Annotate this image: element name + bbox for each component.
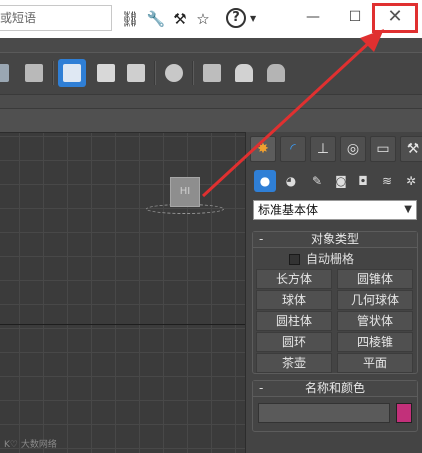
close-button[interactable]: ✕ [372, 3, 418, 33]
geometry-icon[interactable]: ● [254, 170, 276, 192]
toolbar-divider [154, 61, 156, 85]
title-bar: 或短语 ⛓ 🔧 ⚒ ☆ ? ▼ — ☐ ✕ [0, 0, 422, 38]
schematic-view-button[interactable] [122, 59, 150, 87]
chevron-down-icon: ▼ [404, 204, 412, 215]
motion-tab[interactable]: ◎ [340, 136, 366, 162]
curve-editor-button[interactable] [92, 59, 120, 87]
binoculars-icon[interactable]: ⛓ [120, 9, 140, 29]
star-icon[interactable]: ☆ [193, 9, 213, 29]
viewport[interactable]: HI K♡ 大数网络 [0, 132, 245, 453]
utilities-tab[interactable]: ⚒ [400, 136, 422, 162]
autogrid-label: 自动栅格 [306, 252, 355, 266]
autogrid-checkbox[interactable]: 自动栅格 [289, 251, 354, 267]
toolbar-spacer [0, 38, 422, 52]
cylinder-button[interactable]: 圆柱体 [256, 311, 332, 331]
watermark: K♡ 大数网络 [4, 440, 57, 450]
box-button[interactable]: 长方体 [256, 269, 332, 289]
cone-button[interactable]: 圆锥体 [337, 269, 413, 289]
material-editor-button[interactable] [160, 59, 188, 87]
help-icon: ? [226, 8, 246, 28]
layers-button[interactable] [20, 59, 48, 87]
torus-button[interactable]: 圆环 [256, 332, 332, 352]
toolbar-divider [52, 61, 54, 85]
plane-button[interactable]: 平面 [337, 353, 413, 373]
render-setup-button[interactable] [198, 59, 226, 87]
toolbar-divider [192, 61, 194, 85]
helpers-icon[interactable]: ◘ [352, 170, 374, 192]
chevron-down-icon: ▼ [250, 14, 257, 23]
cameras-icon[interactable]: ◙ [330, 170, 352, 192]
command-panel: ✸ ◜ ⊥ ◎ ▭ ⚒ ● ◕ ✎ ◙ ◘ ≋ ✲ 标准基本体 ▼ - 对象类型… [245, 132, 422, 453]
search-input[interactable]: 或短语 [0, 5, 112, 31]
minimize-button[interactable]: — [298, 6, 328, 30]
toolbar-ribbon [0, 94, 422, 108]
tube-button[interactable]: 管状体 [337, 311, 413, 331]
spacewarps-icon[interactable]: ≋ [376, 170, 398, 192]
teapot-button[interactable]: 茶壶 [256, 353, 332, 373]
grid-axis-line [0, 324, 245, 325]
wrench-icon[interactable]: 🔧 [146, 9, 166, 29]
object-color-swatch[interactable] [396, 403, 412, 423]
sphere-button[interactable]: 球体 [256, 290, 332, 310]
viewcube[interactable]: HI [170, 177, 200, 207]
geosphere-button[interactable]: 几何球体 [337, 290, 413, 310]
shapes-icon[interactable]: ◕ [280, 170, 302, 192]
maximize-button[interactable]: ☐ [340, 6, 370, 30]
systems-icon[interactable]: ✲ [400, 170, 422, 192]
rollout-header[interactable]: - 对象类型 [253, 232, 417, 248]
object-name-input[interactable] [258, 403, 390, 423]
rollout-header[interactable]: - 名称和颜色 [253, 381, 417, 397]
pyramid-button[interactable]: 四棱锥 [337, 332, 413, 352]
primitive-type-select[interactable]: 标准基本体 ▼ [253, 200, 417, 220]
lights-icon[interactable]: ✎ [306, 170, 328, 192]
hierarchy-tab[interactable]: ⊥ [310, 136, 336, 162]
render-button[interactable] [262, 59, 290, 87]
object-type-rollout: - 对象类型 自动栅格 长方体 圆锥体 球体 几何球体 圆柱体 管状体 圆环 四… [252, 231, 418, 374]
toolbar-button-partial[interactable] [0, 59, 14, 87]
tool-icon[interactable]: ⚒ [170, 9, 190, 29]
render-frame-button[interactable] [230, 59, 258, 87]
modify-tab[interactable]: ◜ [280, 136, 306, 162]
scene-explorer-button[interactable] [58, 59, 86, 87]
primitive-type-value: 标准基本体 [258, 203, 319, 217]
display-tab[interactable]: ▭ [370, 136, 396, 162]
main-toolbar [0, 52, 422, 94]
create-tab[interactable]: ✸ [250, 136, 276, 162]
help-button[interactable]: ? ▼ [226, 8, 260, 30]
rollout-title: 名称和颜色 [304, 381, 365, 395]
name-color-rollout: - 名称和颜色 [252, 380, 418, 432]
viewport-label-bar [0, 108, 422, 132]
checkbox-box [289, 254, 300, 265]
rollout-title: 对象类型 [310, 232, 359, 246]
